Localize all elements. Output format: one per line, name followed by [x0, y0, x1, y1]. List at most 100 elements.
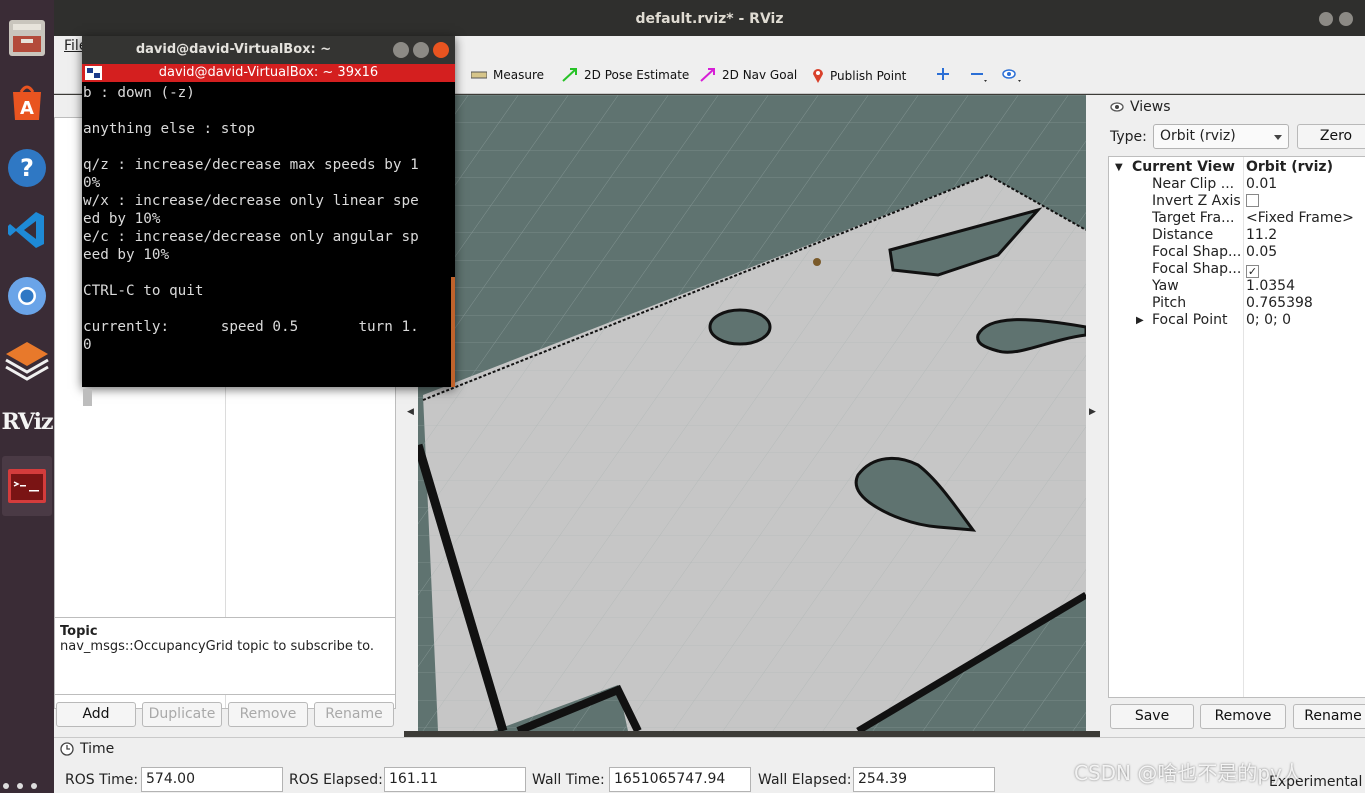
terminal-window[interactable]: david@david-VirtualBox: ~ david@david-Vi… — [82, 36, 455, 406]
pose-estimate-label: 2D Pose Estimate — [584, 68, 690, 82]
svg-text:?: ? — [20, 154, 34, 182]
maximize-icon[interactable] — [1339, 12, 1353, 26]
green-arrow-icon — [562, 68, 577, 82]
rviz-label: RViz — [1, 409, 53, 435]
terminal-icon[interactable] — [2, 456, 52, 516]
files-icon[interactable] — [0, 8, 54, 68]
help-icon[interactable]: ? — [0, 138, 54, 198]
camera-eye-icon[interactable] — [1002, 67, 1024, 83]
measure-label: Measure — [493, 68, 544, 82]
property-description: Topic nav_msgs::OccupancyGrid topic to s… — [54, 617, 396, 695]
property-row[interactable]: Pitch 0.765398 — [1109, 295, 1365, 312]
window-title: default.rviz* - RViz — [635, 11, 784, 27]
time-header: Time — [60, 741, 114, 757]
ros-time-field[interactable]: 574.00 — [141, 767, 283, 792]
wall-elapsed-field[interactable]: 254.39 — [853, 767, 995, 792]
remove-display-button[interactable]: Remove — [228, 702, 308, 727]
property-key: Distance — [1152, 227, 1214, 243]
current-view-label: Current View — [1132, 159, 1235, 175]
views-panel: Views Type: Orbit (rviz) Zero ▼ Current … — [1100, 95, 1365, 737]
property-row[interactable]: Target Fra... <Fixed Frame> — [1109, 210, 1365, 227]
property-row[interactable]: Distance 11.2 — [1109, 227, 1365, 244]
render-3d-view[interactable] — [418, 95, 1086, 731]
property-row[interactable]: Invert Z Axis — [1109, 193, 1365, 210]
terminal-output: b : down (-z) anything else : stop q/z :… — [83, 85, 419, 353]
measure-tool[interactable]: Measure — [471, 68, 544, 82]
nav-goal-tool[interactable]: 2D Nav Goal — [700, 68, 797, 82]
clock-icon — [60, 742, 74, 756]
zero-button[interactable]: Zero — [1297, 124, 1365, 149]
ros-time-label: ROS Time: — [65, 772, 139, 788]
views-header: Views — [1110, 99, 1171, 115]
terminal-tab-title: david@david-VirtualBox: ~ 39x16 — [158, 65, 379, 80]
rename-display-button[interactable]: Rename — [314, 702, 394, 727]
software-center-icon[interactable]: A — [0, 72, 54, 132]
terminal-title: david@david-VirtualBox: ~ — [135, 42, 332, 57]
current-view-value: Orbit (rviz) — [1246, 159, 1333, 175]
robot-marker — [813, 258, 821, 266]
right-splitter[interactable]: ▶ — [1086, 95, 1100, 731]
publish-point-tool[interactable]: Publish Point — [812, 68, 906, 84]
expand-arrow-icon: ▼ — [1115, 162, 1123, 173]
property-value: 0.01 — [1246, 176, 1278, 192]
property-row[interactable]: Yaw 1.0354 — [1109, 278, 1365, 295]
vscode-icon[interactable] — [0, 200, 54, 260]
terminal-titlebar: david@david-VirtualBox: ~ — [82, 36, 455, 64]
magenta-arrow-icon — [700, 68, 715, 82]
property-value: 1.0354 — [1246, 278, 1295, 294]
nav-goal-label: 2D Nav Goal — [722, 68, 798, 82]
save-view-button[interactable]: Save — [1110, 704, 1194, 729]
property-value: 0; 0; 0 — [1246, 312, 1292, 328]
rename-view-button[interactable]: Rename — [1293, 704, 1365, 729]
terminal-cursor — [83, 389, 92, 406]
property-key: Pitch — [1152, 295, 1187, 311]
current-view-row[interactable]: ▼ Current View Orbit (rviz) — [1109, 159, 1365, 176]
wall-time-field[interactable]: 1651065747.94 — [609, 767, 751, 792]
minimize-icon[interactable] — [393, 42, 409, 58]
duplicate-button[interactable]: Duplicate — [142, 702, 222, 727]
chromium-icon[interactable] — [0, 266, 54, 326]
invert-z-checkbox[interactable] — [1246, 193, 1259, 210]
property-value: 11.2 — [1246, 227, 1278, 243]
rviz-icon[interactable]: RViz — [0, 392, 54, 452]
property-row[interactable]: Focal Shap... ✓ — [1109, 261, 1365, 278]
remove-view-button[interactable]: Remove — [1200, 704, 1286, 729]
terminal-tab[interactable]: david@david-VirtualBox: ~ 39x16 — [82, 64, 455, 82]
property-key: Near Clip ... — [1152, 176, 1235, 192]
map-pin-icon — [813, 69, 823, 83]
expand-arrow-icon: ▶ — [1136, 315, 1144, 326]
property-value: <Fixed Frame> — [1246, 210, 1354, 226]
ros-elapsed-field[interactable]: 161.11 — [384, 767, 526, 792]
add-button[interactable]: Add — [56, 702, 136, 727]
plus-icon[interactable] — [936, 67, 950, 81]
property-value: 0.765398 — [1246, 295, 1313, 311]
pose-estimate-tool[interactable]: 2D Pose Estimate — [562, 68, 689, 82]
watermark: CSDN @啥也不是的py人 — [1074, 761, 1302, 785]
property-key: Focal Shap... — [1152, 261, 1242, 277]
occupancy-map — [418, 95, 1086, 731]
maximize-icon[interactable] — [413, 42, 429, 58]
ubuntu-dock: A ? RViz — [0, 0, 54, 793]
views-title: Views — [1130, 99, 1171, 115]
property-key: Focal Point — [1152, 312, 1228, 328]
svg-text:A: A — [20, 98, 34, 119]
wall-elapsed-label: Wall Elapsed: — [758, 772, 852, 788]
layers-app-icon[interactable] — [0, 330, 54, 390]
view-type-select[interactable]: Orbit (rviz) — [1153, 124, 1289, 149]
property-row[interactable]: Focal Shap... 0.05 — [1109, 244, 1365, 261]
property-row[interactable]: ▶ Focal Point 0; 0; 0 — [1109, 312, 1365, 329]
minus-icon[interactable] — [970, 67, 990, 83]
property-key: Target Fra... — [1152, 210, 1235, 226]
show-apps-icon[interactable] — [3, 783, 37, 791]
minimize-icon[interactable] — [1319, 12, 1333, 26]
terminal-scrollbar[interactable] — [451, 277, 455, 387]
publish-point-label: Publish Point — [830, 69, 907, 83]
description-text: nav_msgs::OccupancyGrid topic to subscri… — [60, 639, 374, 654]
property-key: Focal Shap... — [1152, 244, 1242, 260]
property-row[interactable]: Near Clip ... 0.01 — [1109, 176, 1365, 193]
focal-shape-checkbox[interactable]: ✓ — [1246, 261, 1259, 278]
close-icon[interactable] — [433, 42, 449, 58]
window-titlebar: default.rviz* - RViz — [54, 0, 1365, 36]
view-properties-tree[interactable]: ▼ Current View Orbit (rviz) Near Clip ..… — [1108, 156, 1365, 698]
ros-elapsed-label: ROS Elapsed: — [289, 772, 383, 788]
